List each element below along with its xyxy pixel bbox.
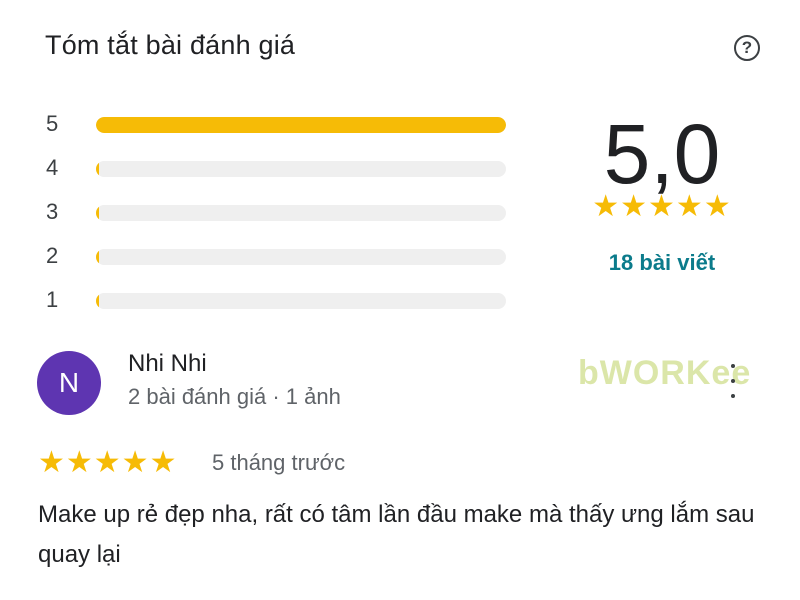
more-vert-icon[interactable]	[726, 364, 740, 398]
review-time: 5 tháng trước	[212, 450, 346, 475]
review-text: Make up rẻ đẹp nha, rất có tâm lần đầu m…	[38, 501, 755, 568]
rating-bar-track	[96, 249, 506, 265]
rating-row[interactable]: 4	[40, 148, 510, 192]
rating-row-label: 1	[46, 287, 59, 312]
rating-row-label: 4	[46, 155, 59, 180]
rating-bar-track	[96, 117, 506, 133]
review-count-link[interactable]: 18 bài viết	[582, 250, 742, 276]
rating-bar-fill	[96, 293, 99, 309]
rating-bar-track	[96, 205, 506, 221]
rating-bar-fill	[96, 249, 99, 265]
rating-bar-fill	[96, 117, 506, 133]
rating-bar-fill	[96, 161, 99, 177]
reviewer-name[interactable]: Nhi Nhi	[128, 350, 207, 378]
review-summary-panel: Tóm tắt bài đánh giá ? 5 4 3 2 1 5,0 ★★★…	[0, 0, 800, 600]
rating-row[interactable]: 2	[40, 236, 510, 280]
reviewer-meta: 2 bài đánh giá · 1 ảnh	[128, 384, 341, 409]
average-star-icons: ★★★★★	[592, 190, 732, 223]
rating-row[interactable]: 3	[40, 192, 510, 236]
rating-row-label: 3	[46, 199, 59, 224]
help-icon[interactable]: ?	[734, 35, 760, 61]
average-rating: 5,0	[603, 107, 721, 201]
rating-distribution: 5 4 3 2 1	[40, 104, 510, 324]
rating-row-label: 2	[46, 243, 59, 268]
rating-bar-track	[96, 161, 506, 177]
rating-row[interactable]: 1	[40, 280, 510, 324]
rating-row-label: 5	[46, 111, 59, 136]
summary-title: Tóm tắt bài đánh giá	[45, 30, 296, 60]
rating-bar-track	[96, 293, 506, 309]
rating-bar-fill	[96, 205, 99, 221]
avatar[interactable]: N	[37, 351, 101, 415]
rating-row[interactable]: 5	[40, 104, 510, 148]
review-star-icons: ★★★★★	[38, 446, 178, 479]
